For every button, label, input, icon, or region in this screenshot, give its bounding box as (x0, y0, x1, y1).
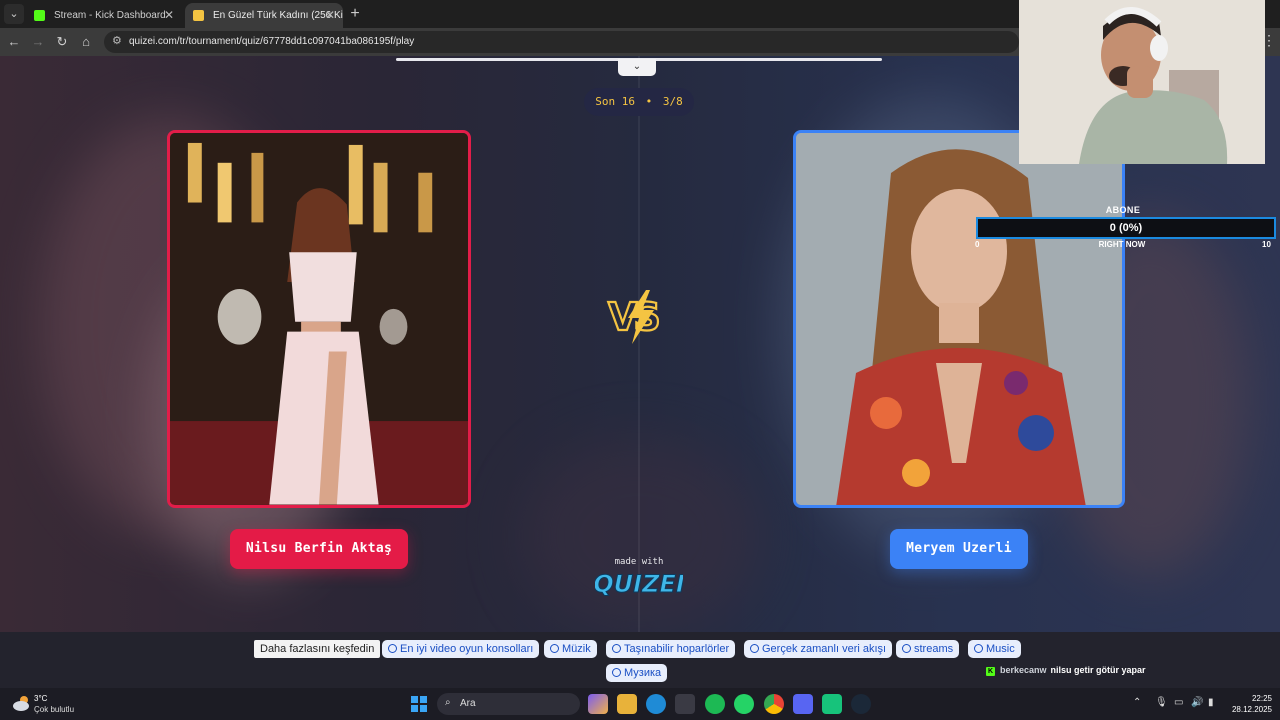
clock-date: 28.12.2025 (1231, 705, 1272, 714)
explore-more-label: Daha fazlasını keşfedin (254, 640, 381, 658)
home-icon[interactable]: ⌂ (76, 32, 96, 52)
quizei-favicon-icon (193, 10, 204, 21)
weather-temperature[interactable]: 3°C (34, 694, 47, 703)
round-label: Son 16 (595, 95, 635, 108)
vs-lightning-icon: VS (607, 290, 664, 344)
taskbar-search[interactable]: ⌕ Ara (437, 693, 580, 715)
streamer-webcam (1019, 0, 1265, 164)
suggestion-chip[interactable]: Taşınabilir hoparlörler (606, 640, 736, 658)
right-photo-illustration (796, 133, 1122, 505)
whatsapp-icon[interactable] (734, 694, 754, 714)
close-icon[interactable]: ✕ (164, 3, 174, 28)
left-contestant-photo[interactable] (167, 130, 471, 508)
tab-title: En Güzel Türk Kadını (256 Kişi) (213, 10, 343, 21)
suggestion-chip[interactable]: Gerçek zamanlı veri akışı (744, 640, 893, 658)
kick-icon: K (986, 667, 995, 676)
webcam-illustration (1019, 0, 1265, 164)
copilot-icon[interactable] (588, 694, 608, 714)
weather-description[interactable]: Çok bulutlu (34, 705, 74, 714)
reload-icon[interactable]: ↻ (52, 32, 72, 52)
volume-icon[interactable]: 🔊 (1191, 697, 1203, 708)
chat-text: nilsu getir götür yapar (1050, 665, 1146, 675)
sub-goal-value: 0 (0%) (1109, 222, 1143, 234)
kick-favicon-icon (34, 10, 45, 21)
new-tab-button[interactable]: + (345, 4, 365, 24)
suggestion-chip[interactable]: Музика (606, 664, 668, 682)
suggestion-chip[interactable]: Music (968, 640, 1021, 658)
back-arrow-icon[interactable]: ← (4, 32, 24, 52)
quizei-logo[interactable]: QUIZEI (595, 566, 683, 600)
right-contestant-photo[interactable] (793, 130, 1125, 508)
chat-overlay-message: Kberkecanw nilsu getir götür yapar (986, 665, 1146, 676)
discord-icon[interactable] (793, 694, 813, 714)
network-icon[interactable]: ▭ (1174, 697, 1183, 708)
search-icon (550, 644, 559, 653)
chip-label: En iyi video oyun konsolları (400, 643, 534, 655)
close-icon[interactable]: ✕ (325, 3, 335, 28)
round-progress: 3/8 (662, 95, 683, 108)
chip-label: streams (914, 643, 954, 655)
battery-icon[interactable]: ▮ (1208, 697, 1214, 708)
spotify-icon[interactable] (705, 694, 725, 714)
search-icon: ⌕ (445, 697, 451, 708)
forward-arrow-icon[interactable]: → (28, 32, 48, 52)
search-suggestions-bar: Daha fazlasını keşfedin En iyi video oyu… (0, 632, 1280, 688)
address-bar[interactable]: ⚙ quizei.com/tr/tournament/quiz/67778dd1… (104, 31, 1019, 53)
url-text: quizei.com/tr/tournament/quiz/67778dd1c0… (129, 36, 415, 47)
file-explorer-icon[interactable] (617, 694, 637, 714)
chevron-up-icon[interactable]: ⌃ (1133, 697, 1141, 708)
search-icon (388, 644, 397, 653)
tab-quiz[interactable]: En Güzel Türk Kadını (256 Kişi) ✕ (185, 3, 343, 28)
windows-start-icon[interactable] (411, 696, 427, 712)
tab-search-button[interactable]: ⌄ (4, 4, 24, 24)
chip-label: Taşınabilir hoparlörler (624, 643, 730, 655)
chip-label: Müzik (562, 643, 591, 655)
search-icon (902, 644, 911, 653)
sub-goal-title: ABONE (1105, 205, 1141, 215)
round-indicator: Son 16 • 3/8 (584, 88, 694, 116)
sub-goal-label: RIGHT NOW (1098, 240, 1146, 249)
chip-label: Gerçek zamanlı veri akışı (762, 643, 887, 655)
suggestion-chip[interactable]: En iyi video oyun konsolları (382, 640, 540, 658)
edge-icon[interactable] (646, 694, 666, 714)
tab-kick-dashboard[interactable]: Stream - Kick Dashboard ✕ (26, 3, 182, 28)
left-contestant-vote-button[interactable]: Nilsu Berfin Aktaş (230, 529, 408, 569)
kick-app-icon[interactable] (822, 694, 842, 714)
search-icon (612, 668, 621, 677)
search-icon (974, 644, 983, 653)
sub-goal-max: 10 (1262, 240, 1271, 249)
quizei-logo-text: QUIZEI (595, 570, 683, 598)
search-icon (612, 644, 621, 653)
microphone-icon[interactable]: 🎙 (1155, 697, 1168, 708)
tab-title: Stream - Kick Dashboard (54, 10, 166, 21)
suggestion-chip[interactable]: Müzik (544, 640, 597, 658)
chevron-down-icon: ⌄ (632, 61, 642, 72)
chrome-icon[interactable] (764, 694, 784, 714)
chip-label: Музика (624, 667, 662, 679)
chat-username: berkecanw (1000, 665, 1047, 675)
sub-goal-bar: 0 (0%) (976, 217, 1276, 239)
windows-taskbar: 3°C Çok bulutlu ⌕ Ara ⌃ 🎙 ▭ 🔊 ▮ 22:25 28… (0, 688, 1280, 720)
steam-icon[interactable] (851, 694, 871, 714)
clock-time: 22:25 (1251, 694, 1272, 703)
chip-label: Music (986, 643, 1015, 655)
taskbar-search-placeholder: Ara (460, 698, 476, 709)
system-clock[interactable]: 22:25 28.12.2025 (1228, 693, 1272, 715)
cloud-icon[interactable] (12, 693, 32, 713)
right-contestant-vote-button[interactable]: Meryem Uzerli (890, 529, 1028, 569)
store-icon[interactable] (675, 694, 695, 714)
left-photo-illustration (170, 133, 468, 505)
search-icon (750, 644, 759, 653)
suggestion-chip[interactable]: streams (896, 640, 960, 658)
collapse-button[interactable]: ⌄ (618, 59, 656, 76)
round-separator: • (645, 95, 653, 108)
site-info-icon[interactable]: ⚙ (112, 34, 122, 47)
